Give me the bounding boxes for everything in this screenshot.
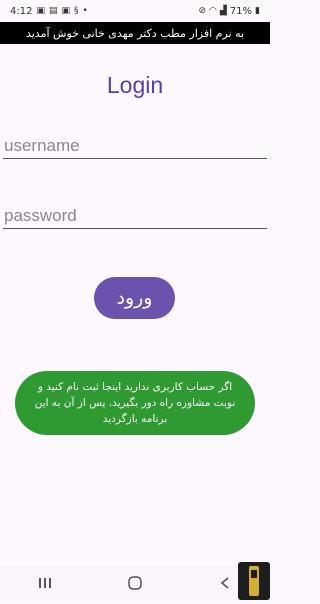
home-button[interactable] <box>115 571 155 595</box>
status-left: 4:12 ▣ ▤ ▣ § • <box>10 6 88 17</box>
status-bar: 4:12 ▣ ▤ ▣ § • ⊘ ◠ ▟ 71% ▮ <box>0 0 270 22</box>
page-title: Login <box>106 72 164 98</box>
register-button-text: اگر حساب کاربری ندارید اینجا ثبت نام کنی… <box>34 381 236 425</box>
mute-icon: ⊘ <box>198 5 207 16</box>
register-button[interactable]: اگر حساب کاربری ندارید اینجا ثبت نام کنی… <box>15 371 255 435</box>
photo-notification-icon: ▤ <box>48 5 58 16</box>
link-notification-icon: § <box>74 5 79 16</box>
back-icon <box>220 576 229 589</box>
navigation-bar <box>0 565 270 600</box>
home-icon <box>128 575 142 590</box>
login-button-label: ورود <box>116 287 153 309</box>
app-logo-graphic <box>249 566 259 596</box>
password-input[interactable] <box>3 203 267 229</box>
wifi-icon: ◠ <box>209 5 217 16</box>
gallery-notification-icon-2: ▣ <box>61 5 71 16</box>
battery-percent: 71% <box>229 5 253 17</box>
more-notifications-icon: • <box>82 5 88 16</box>
recent-apps-button[interactable] <box>25 571 65 595</box>
recent-apps-icon <box>39 577 51 588</box>
battery-icon: ▮ <box>255 5 260 16</box>
welcome-banner-text: به نرم افزار مطب دکتر مهدی خانی خوش آمدی… <box>25 26 245 40</box>
username-input[interactable] <box>3 133 267 159</box>
welcome-banner: به نرم افزار مطب دکتر مهدی خانی خوش آمدی… <box>0 22 270 44</box>
login-button[interactable]: ورود <box>94 277 175 319</box>
gallery-notification-icon: ▣ <box>36 5 45 16</box>
signal-icon: ▟ <box>219 5 227 16</box>
status-right: ⊘ ◠ ▟ 71% ▮ <box>198 6 260 17</box>
status-time: 4:12 <box>10 5 33 17</box>
app-logo-icon[interactable] <box>238 562 270 600</box>
